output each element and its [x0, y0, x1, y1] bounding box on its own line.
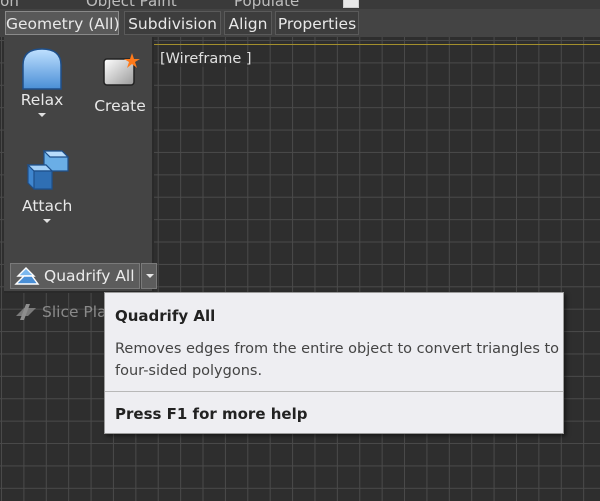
tab-properties[interactable]: Properties: [275, 11, 359, 35]
create-label: Create: [94, 97, 146, 115]
quadrify-all-label: Quadrify All: [44, 267, 135, 285]
menu-strip: ion Object Paint Populate: [0, 0, 600, 9]
tooltip-description: Removes edges from the entire object to …: [115, 341, 560, 379]
quadrify-all-button[interactable]: Quadrify All: [10, 263, 140, 289]
chevron-down-icon: [146, 274, 154, 278]
tooltip-divider: [105, 391, 563, 392]
relax-dropdown-icon[interactable]: [38, 113, 46, 117]
tooltip-help: Press F1 for more help: [115, 405, 308, 423]
attach-button[interactable]: Attach: [22, 149, 72, 223]
tab-subdivision[interactable]: Subdivision: [124, 11, 221, 35]
menu-item[interactable]: ion: [0, 0, 19, 9]
tab-geometry-all[interactable]: Geometry (All): [5, 11, 120, 35]
attach-icon: [26, 150, 70, 190]
relax-label: Relax: [20, 91, 64, 109]
tooltip: Quadrify All Removes edges from the enti…: [104, 292, 564, 434]
quadrify-icon: [14, 267, 40, 285]
viewport-label[interactable]: [Wireframe ]: [160, 51, 252, 67]
relax-icon: [22, 48, 62, 90]
ribbon-tab-bar: Geometry (All) Subdivision Align Propert…: [0, 9, 600, 37]
relax-button[interactable]: Relax: [17, 47, 67, 117]
quadrify-dropdown-button[interactable]: [141, 263, 157, 289]
menu-item[interactable]: Object Paint: [86, 0, 177, 9]
slice-plane-icon: [16, 304, 36, 320]
attach-label: Attach: [22, 197, 73, 215]
geometry-panel: Relax Create Attach Quadrify All: [4, 37, 157, 293]
menu-toggle-box[interactable]: [343, 0, 359, 8]
create-button[interactable]: Create: [92, 51, 148, 115]
tab-align[interactable]: Align: [224, 11, 272, 35]
tooltip-title: Quadrify All: [115, 307, 216, 325]
menu-item[interactable]: Populate: [234, 0, 299, 9]
attach-dropdown-icon[interactable]: [43, 219, 51, 223]
viewport-border-line: [152, 44, 600, 45]
create-icon: [103, 53, 140, 86]
